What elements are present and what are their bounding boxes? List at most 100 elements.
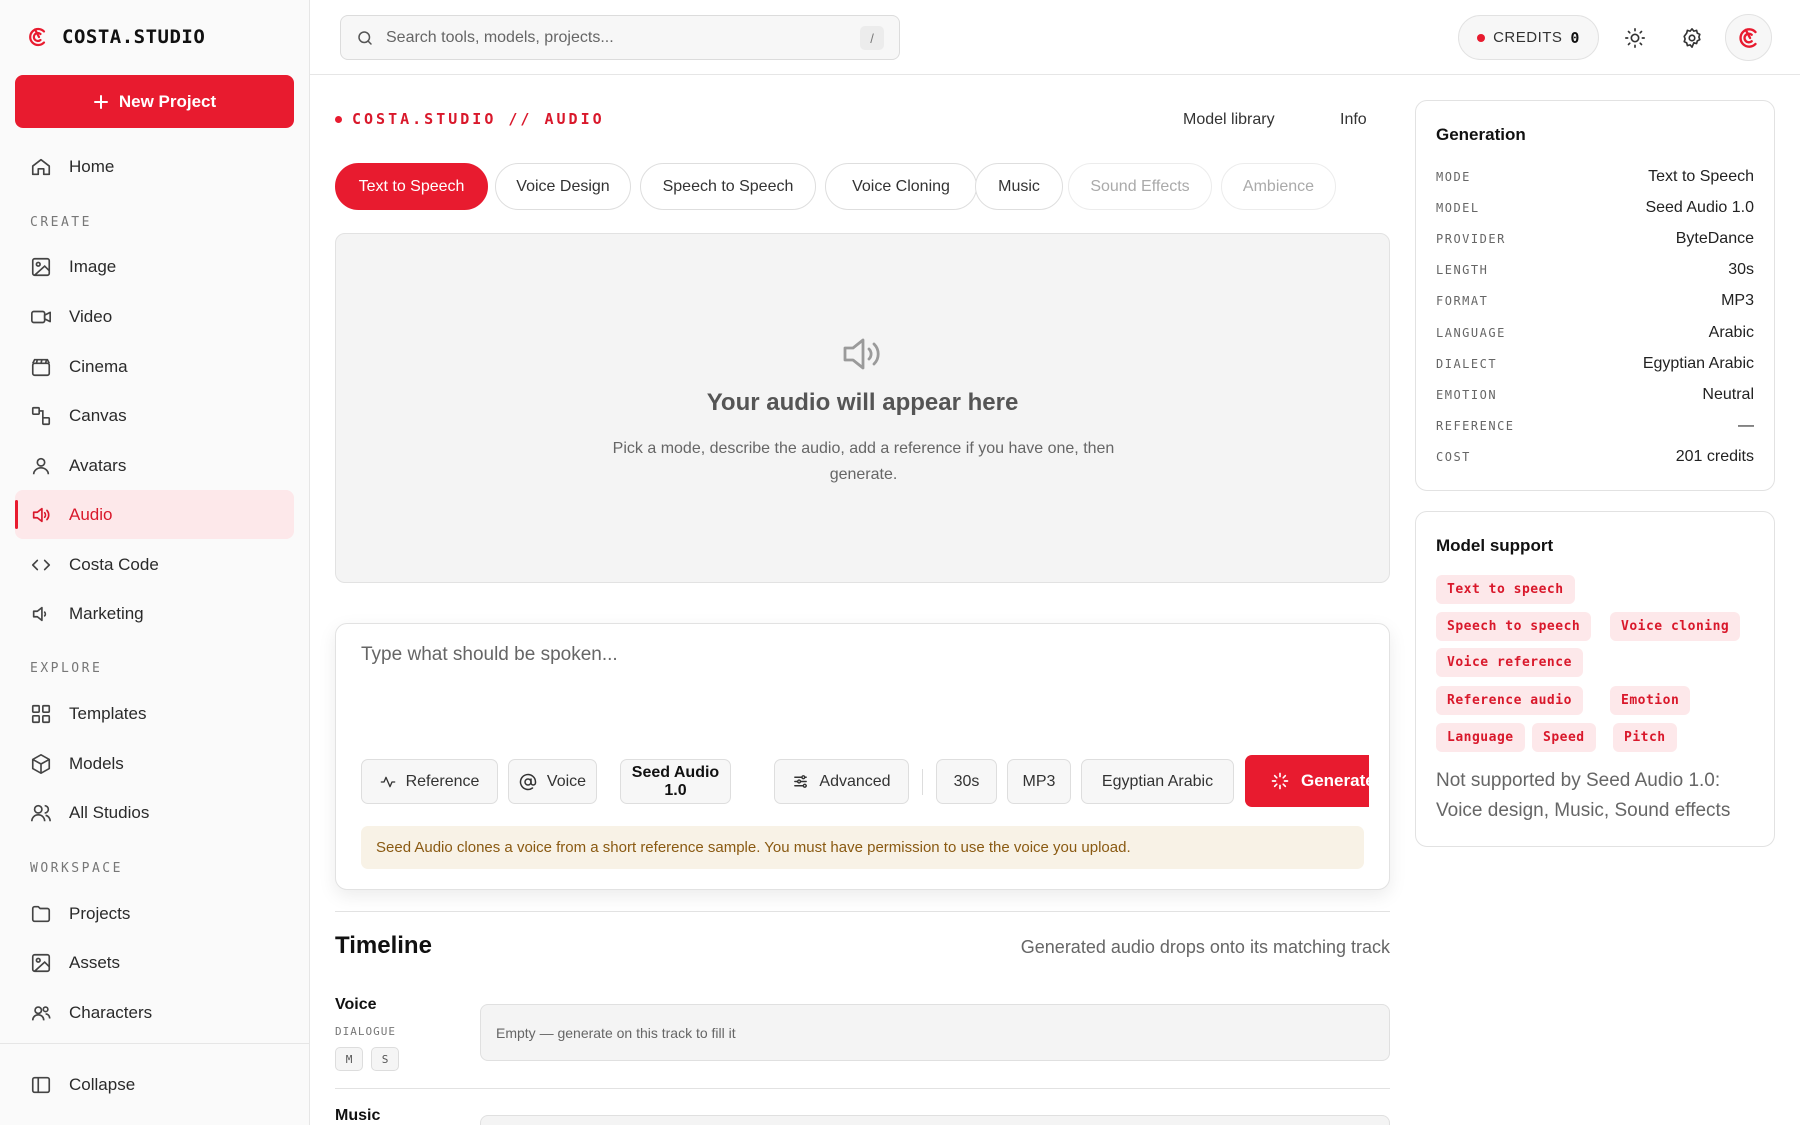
tab-speech-to-speech[interactable]: Speech to Speech (640, 163, 816, 210)
section-label-explore: EXPLORE (30, 661, 103, 676)
solo-button[interactable]: S (371, 1047, 399, 1071)
sidebar-item-assets[interactable]: Assets (15, 938, 294, 987)
avatar[interactable] (1725, 14, 1772, 61)
model-support-panel: Model support Text to speech Speech to s… (1415, 511, 1775, 847)
reference-button[interactable]: Reference (361, 759, 498, 804)
sidebar-item-video[interactable]: Video (15, 292, 294, 341)
preview-title: Your audio will appear here (706, 389, 1019, 416)
sidebar-item-label: Audio (69, 504, 113, 524)
voice-button[interactable]: Voice (508, 759, 597, 804)
sidebar-item-label: Templates (69, 703, 147, 723)
model-library-link[interactable]: Model library (1183, 111, 1275, 129)
sidebar-item-avatars[interactable]: Avatars (15, 441, 294, 490)
search-input[interactable] (386, 28, 826, 47)
credits-indicator[interactable]: CREDITS 0 (1458, 15, 1599, 60)
support-tag: Language (1436, 723, 1525, 752)
sidebar-item-image[interactable]: Image (15, 242, 294, 291)
credits-value: 0 (1570, 28, 1580, 47)
sidebar-item-label: Costa Code (69, 554, 159, 574)
sliders-icon (792, 773, 809, 790)
sidebar-item-templates[interactable]: Templates (15, 689, 294, 738)
track-lane-music[interactable] (480, 1115, 1390, 1125)
new-project-label: New Project (118, 91, 217, 111)
advanced-label: Advanced (819, 772, 891, 790)
timeline-hint: Generated audio drops onto its matching … (1020, 937, 1390, 957)
sidebar-item-canvas[interactable]: Canvas (15, 391, 294, 440)
sidebar-item-home[interactable]: Home (15, 142, 294, 191)
spec-row-format: FORMAT MP3 (1436, 291, 1754, 311)
generate-label: Generate (1301, 771, 1369, 790)
support-tag: Speech to speech (1436, 612, 1592, 641)
search-bar[interactable]: / (340, 15, 900, 60)
sidebar-item-costa-code[interactable]: Costa Code (15, 540, 294, 589)
image-icon (30, 952, 52, 974)
new-project-button[interactable]: New Project (15, 75, 294, 128)
generate-button[interactable]: Generate (1245, 755, 1369, 807)
sidebar-item-marketing[interactable]: Marketing (15, 589, 294, 638)
model-selector[interactable]: Seed Audio 1.0 (620, 759, 731, 804)
spec-value: Egyptian Arabic (1642, 355, 1754, 372)
settings-button[interactable] (1669, 15, 1714, 60)
sidebar-item-models[interactable]: Models (15, 739, 294, 788)
spec-key: LENGTH (1436, 263, 1489, 277)
advanced-button[interactable]: Advanced (774, 759, 909, 804)
sidebar-item-projects[interactable]: Projects (15, 889, 294, 938)
sidebar-item-audio[interactable]: Audio (15, 490, 294, 539)
sidebar-item-cinema[interactable]: Cinema (15, 342, 294, 391)
mute-button[interactable]: M (335, 1047, 363, 1071)
support-tag: Text to speech (1436, 575, 1575, 604)
tab-music[interactable]: Music (975, 163, 1063, 210)
sidebar-item-label: Projects (69, 903, 131, 923)
dialect-selector[interactable]: Egyptian Arabic (1081, 759, 1234, 804)
canvas-icon (30, 405, 52, 427)
spec-row-reference: REFERENCE — (1436, 416, 1754, 436)
sidebar-item-label: All Studios (69, 802, 150, 822)
search-shortcut-hint: / (860, 26, 884, 50)
sidebar-item-label: Avatars (69, 455, 127, 475)
divider (922, 769, 923, 795)
section-label-create: CREATE (30, 215, 92, 230)
tab-voice-design[interactable]: Voice Design (495, 163, 631, 210)
gear-icon (1681, 27, 1703, 49)
permission-notice: Seed Audio clones a voice from a short r… (361, 826, 1364, 869)
spec-key: COST (1436, 450, 1471, 464)
status-dot (1477, 33, 1486, 42)
tab-voice-cloning[interactable]: Voice Cloning (825, 163, 977, 210)
video-icon (30, 306, 52, 328)
collapse-button[interactable]: Collapse (15, 1060, 294, 1109)
tab-sound-effects: Sound Effects (1068, 163, 1212, 210)
sidebar-collapse-icon (30, 1074, 52, 1096)
prompt-input[interactable] (361, 644, 1361, 714)
spec-row-provider: PROVIDER ByteDance (1436, 229, 1754, 249)
length-selector[interactable]: 30s (936, 759, 997, 804)
brand-name: COSTA.STUDIO (62, 26, 206, 48)
top-bar: / CREDITS 0 (310, 0, 1800, 75)
voice-label: Voice (546, 772, 587, 790)
preview-subtitle: Pick a mode, describe the audio, add a r… (612, 440, 1115, 483)
support-tag: Voice reference (1436, 648, 1583, 677)
spec-value: Arabic (1708, 324, 1754, 341)
support-tag: Pitch (1613, 723, 1677, 752)
spec-key: LANGUAGE (1436, 326, 1506, 340)
divider (0, 1043, 310, 1044)
tab-text-to-speech[interactable]: Text to Speech (335, 163, 488, 210)
sidebar-item-label: Assets (69, 952, 121, 972)
search-icon (356, 29, 374, 47)
sidebar-item-characters[interactable]: Characters (15, 988, 294, 1037)
sidebar-item-label: Home (69, 156, 115, 176)
at-sign-icon (519, 773, 537, 791)
sidebar-item-all-studios[interactable]: All Studios (15, 788, 294, 837)
waveform-icon (380, 774, 396, 790)
spec-value: — (1738, 417, 1754, 434)
spinner-icon (1271, 772, 1289, 790)
theme-toggle-button[interactable] (1612, 15, 1657, 60)
tab-ambience: Ambience (1221, 163, 1336, 210)
spec-row-mode: MODE Text to Speech (1436, 167, 1754, 187)
format-selector[interactable]: MP3 (1007, 759, 1071, 804)
spec-row-model: MODEL Seed Audio 1.0 (1436, 198, 1754, 218)
brand[interactable]: COSTA.STUDIO (26, 22, 205, 52)
track-lane-voice[interactable]: Empty — generate on this track to fill i… (480, 1004, 1390, 1061)
speaker-icon (30, 504, 52, 526)
info-link[interactable]: Info (1340, 111, 1367, 129)
code-icon (30, 554, 52, 576)
